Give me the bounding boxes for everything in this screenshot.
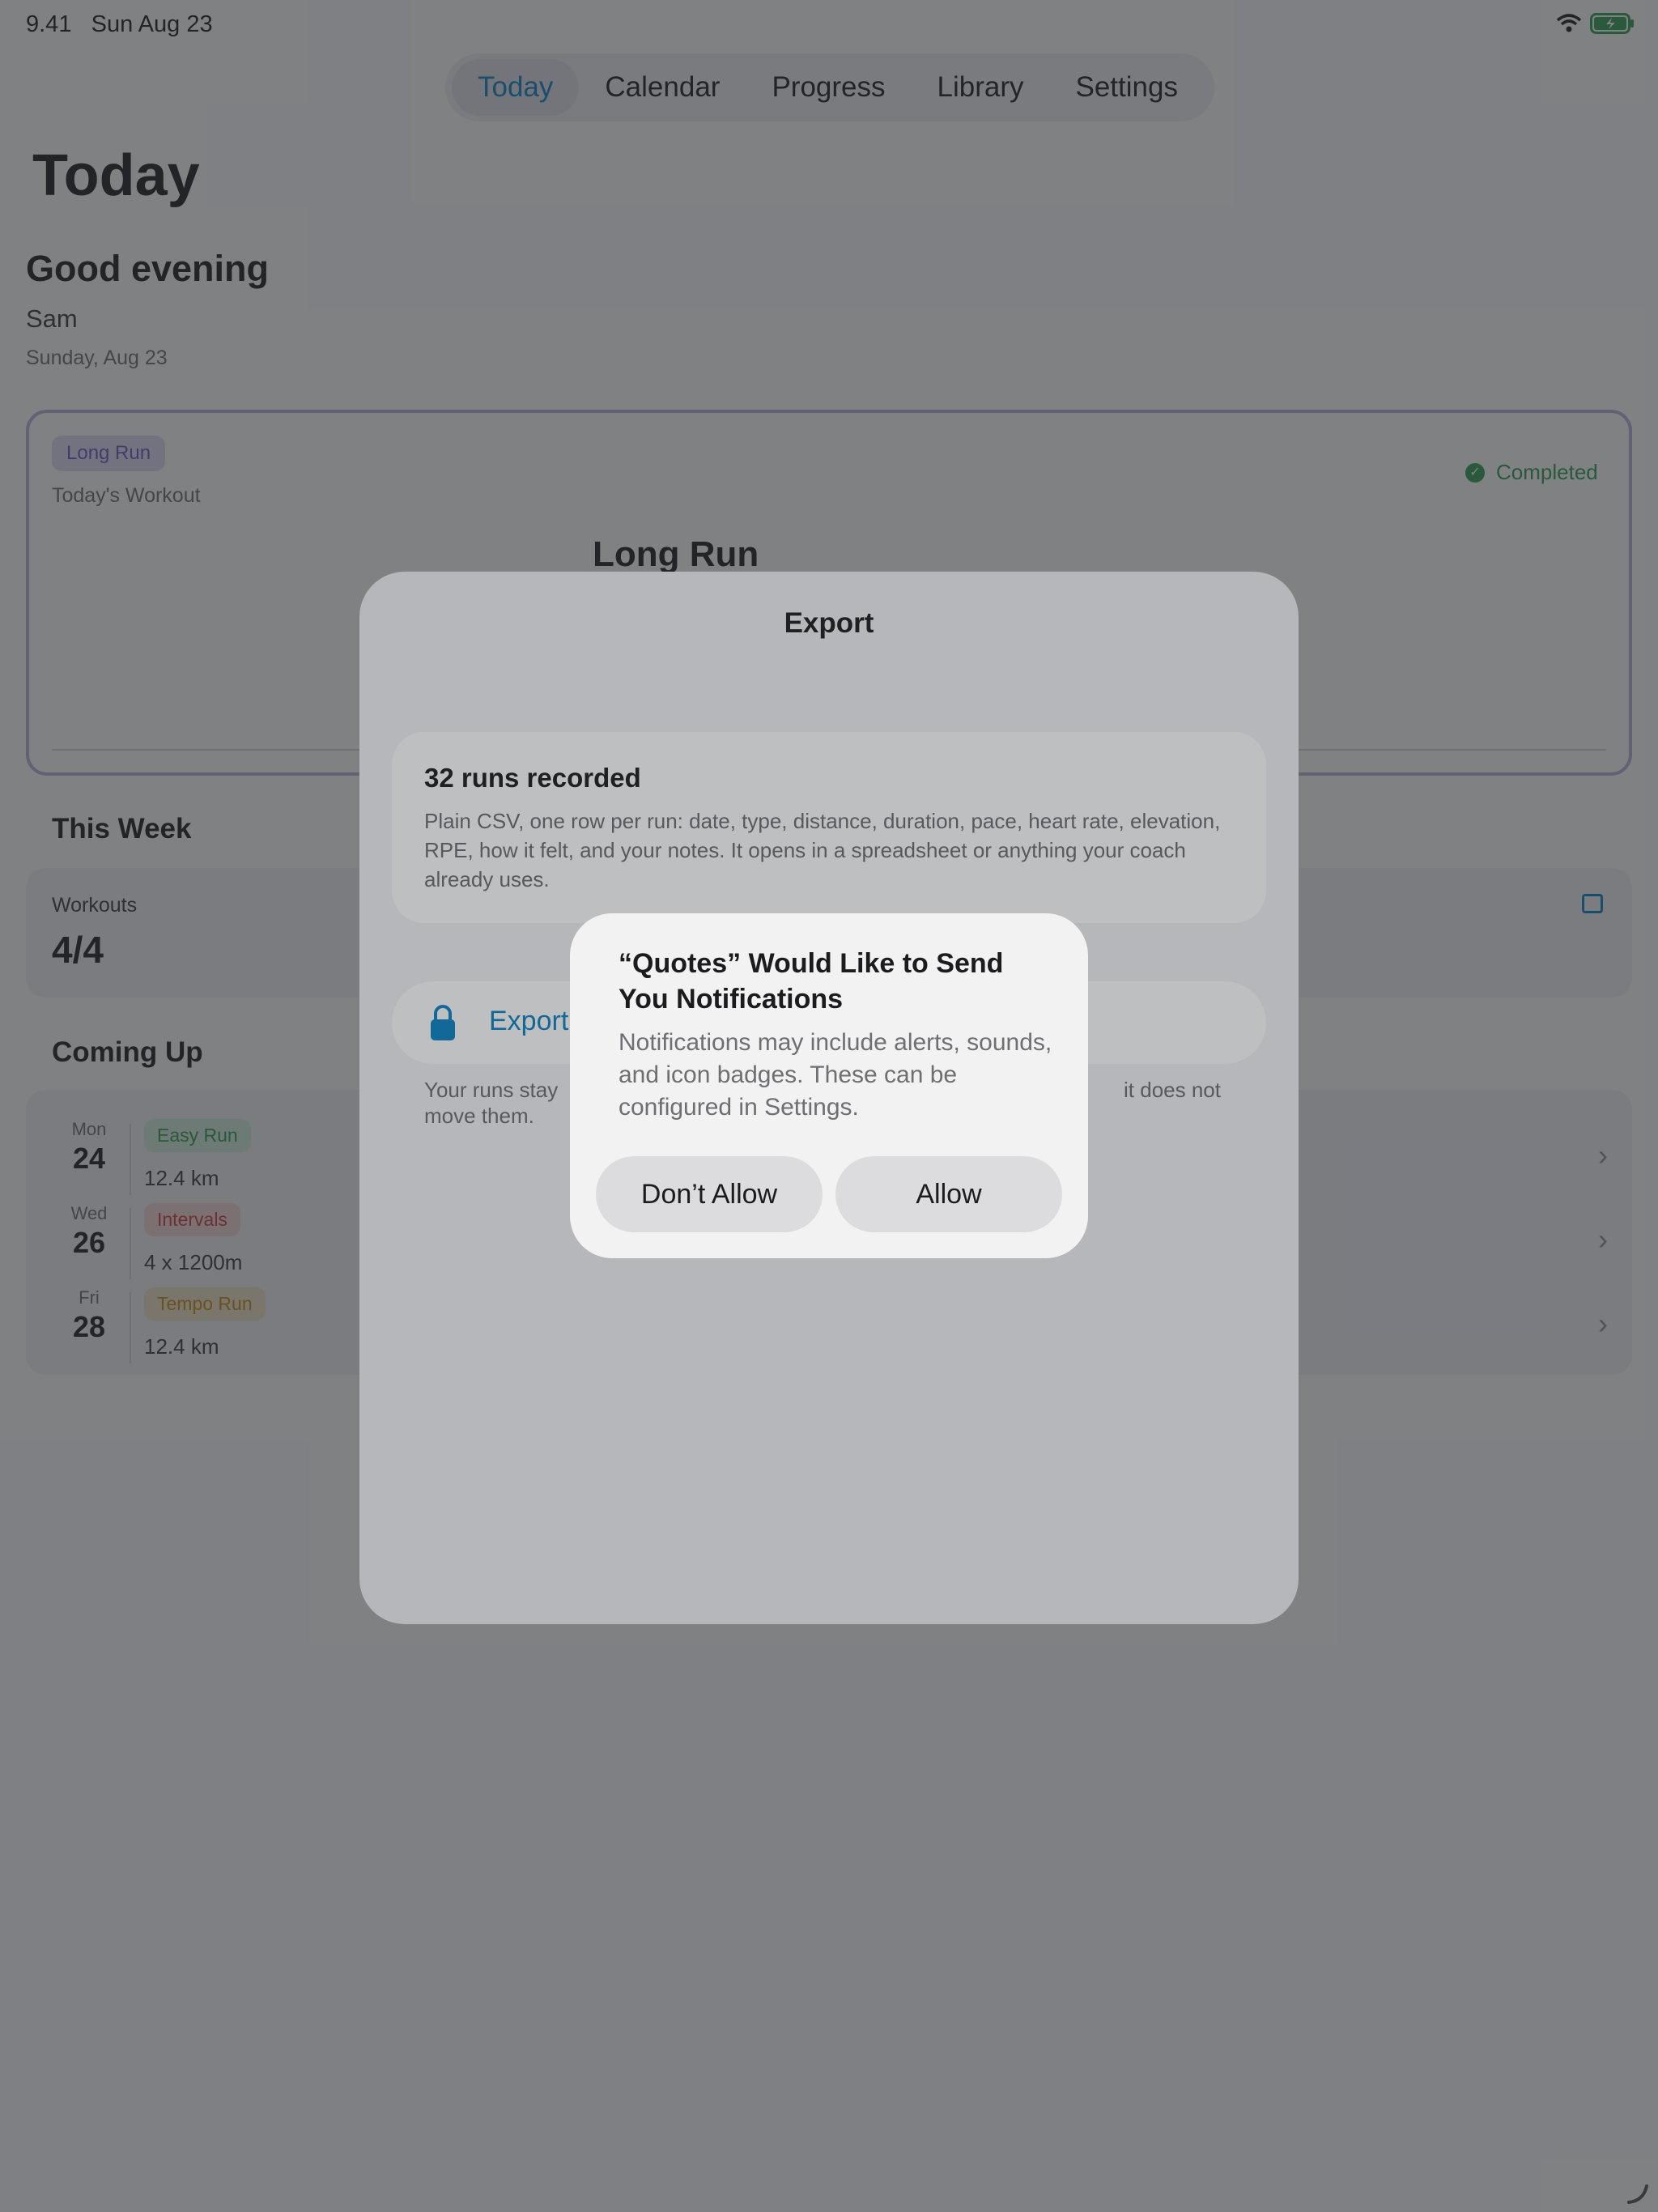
resize-handle-icon[interactable]	[1626, 2181, 1650, 2206]
alert-title: “Quotes” Would Like to Send You Notifica…	[619, 948, 1004, 1015]
allow-button[interactable]: Allow	[835, 1156, 1062, 1232]
alert-message: Notifications may include alerts, sounds…	[619, 1029, 1052, 1121]
dont-allow-button[interactable]: Don’t Allow	[596, 1156, 823, 1232]
